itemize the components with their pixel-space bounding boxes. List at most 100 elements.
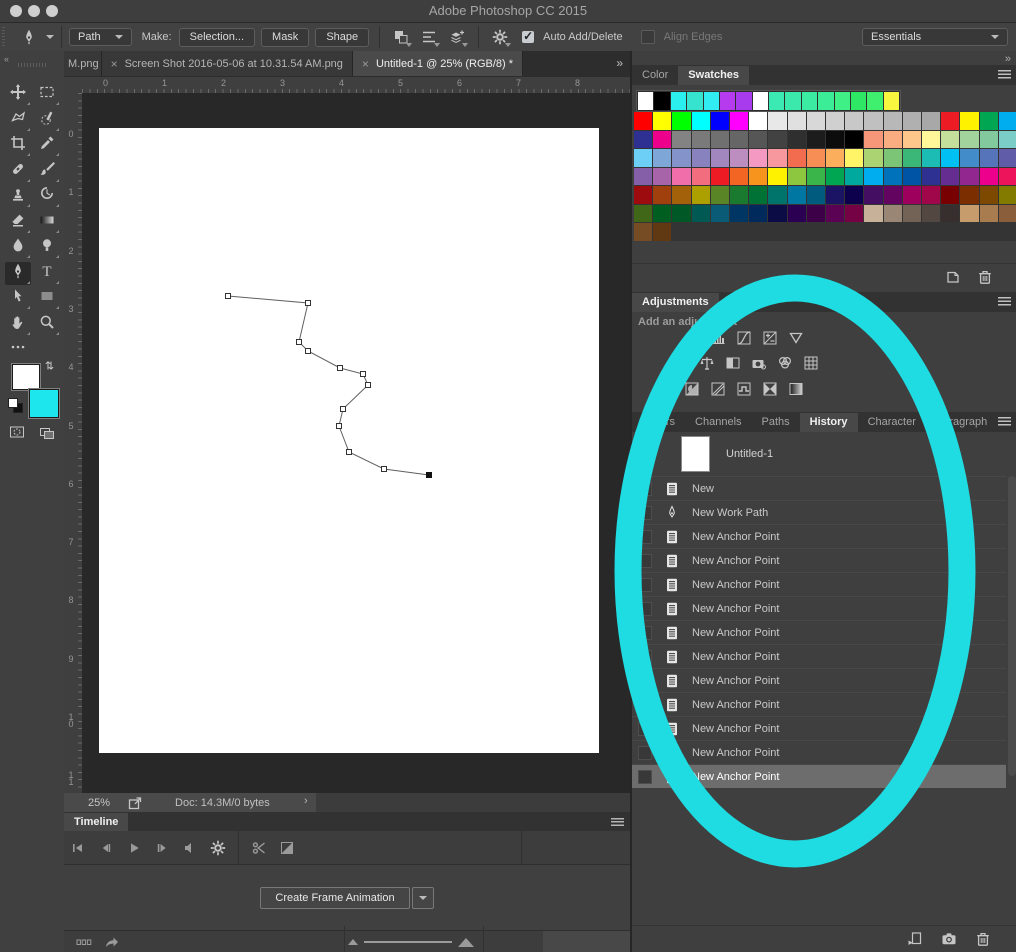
pen-tool[interactable] [5,262,31,285]
swatch[interactable] [711,112,729,130]
new-snapshot-icon[interactable] [940,931,958,948]
history-entry[interactable]: New [632,476,1006,500]
recent-swatch[interactable] [769,92,784,110]
path-arrangement-button[interactable] [446,26,468,48]
document-tab-3[interactable]: ×Untitled-1 @ 25% (RGB/8) * [353,51,523,76]
swatch[interactable] [941,149,959,167]
swatch[interactable] [980,186,998,204]
close-tab-icon[interactable]: × [362,57,369,71]
hue-saturation-adjustment-button[interactable] [672,354,690,371]
swatch[interactable] [980,149,998,167]
convert-frames-icon[interactable] [72,932,96,952]
panel-grip[interactable] [2,27,5,47]
timeline-zoom-slider[interactable] [364,941,452,943]
history-source-well[interactable] [638,650,652,664]
swatch[interactable] [730,186,748,204]
swatch[interactable] [884,112,902,130]
threshold-adjustment-button[interactable] [735,380,753,397]
swatch[interactable] [807,149,825,167]
snapshot-thumbnail[interactable] [681,436,710,472]
history-entry[interactable]: New Anchor Point [632,644,1006,668]
history-source-well[interactable] [638,602,652,616]
swatch[interactable] [903,168,921,186]
swatch[interactable] [711,205,729,223]
tab-history[interactable]: History [800,413,858,432]
swatch[interactable] [653,112,671,130]
swatch[interactable] [941,131,959,149]
tab-timeline[interactable]: Timeline [64,813,128,832]
swatch[interactable] [864,168,882,186]
vibrance-adjustment-button[interactable] [787,329,805,346]
document-tab-2[interactable]: ×Screen Shot 2016-05-06 at 10.31.54 AM.p… [102,51,353,76]
swatch[interactable] [903,149,921,167]
swatch[interactable] [634,131,652,149]
swatch[interactable] [826,149,844,167]
swatch[interactable] [826,112,844,130]
zoom-tool[interactable] [34,313,60,336]
swatch[interactable] [711,186,729,204]
swatch[interactable] [730,168,748,186]
swatch[interactable] [692,205,710,223]
swatch[interactable] [768,149,786,167]
horizontal-ruler[interactable]: 012345678 [64,77,630,94]
recent-swatch[interactable] [704,92,719,110]
swatch[interactable] [941,186,959,204]
swatch[interactable] [672,168,690,186]
swatch[interactable] [941,168,959,186]
swatch[interactable] [653,186,671,204]
timeline-menu-icon[interactable] [611,818,624,826]
recent-swatch[interactable] [687,92,702,110]
recent-swatch[interactable] [671,92,686,110]
tab-adjustments[interactable]: Adjustments [632,293,719,312]
recent-swatch[interactable] [638,92,653,110]
swatch[interactable] [980,168,998,186]
swatch[interactable] [960,112,978,130]
swatch[interactable] [749,112,767,130]
swatch[interactable] [730,205,748,223]
flow-arrow-icon[interactable] [100,932,124,952]
share-icon[interactable] [124,792,146,814]
swatch[interactable] [922,112,940,130]
swatch[interactable] [826,168,844,186]
swatch[interactable] [788,149,806,167]
lasso-tool[interactable] [5,109,31,132]
path-selection-tool[interactable] [5,287,31,310]
curves-adjustment-button[interactable] [735,329,753,346]
screen-mode-button[interactable] [36,423,58,441]
swatch[interactable] [864,149,882,167]
brush-tool[interactable] [34,160,60,183]
crop-tool[interactable] [5,134,31,157]
invert-adjustment-button[interactable] [683,380,701,397]
swatch[interactable] [903,205,921,223]
history-snapshot-row[interactable]: Untitled-1 [632,434,1016,474]
create-animation-dropdown[interactable] [412,887,434,909]
quick-mask-button[interactable] [6,423,28,441]
swatch[interactable] [845,131,863,149]
default-colors-icon[interactable] [8,398,22,412]
swatch[interactable] [692,186,710,204]
swatch[interactable] [826,205,844,223]
vertical-ruler[interactable]: 01234567891 01 1 [64,93,83,793]
recent-swatch[interactable] [835,92,850,110]
prev-frame-button[interactable] [94,838,118,858]
recent-swatch[interactable] [851,92,866,110]
gradient-tool[interactable] [34,211,60,234]
swatch[interactable] [692,149,710,167]
history-source-well[interactable] [638,554,652,568]
swatch[interactable] [749,131,767,149]
swatch[interactable] [884,205,902,223]
swatch[interactable] [903,186,921,204]
swatch[interactable] [788,186,806,204]
swatch[interactable] [999,205,1016,223]
gradient-map-adjustment-button[interactable] [761,380,779,397]
swatch[interactable] [768,205,786,223]
path-operations-button[interactable] [390,26,412,48]
history-source-well[interactable] [638,674,652,688]
swatch[interactable] [845,112,863,130]
zoom-level-field[interactable]: 25% [88,797,110,809]
swatch[interactable] [749,149,767,167]
swatch[interactable] [749,205,767,223]
swatch[interactable] [692,168,710,186]
swatch[interactable] [922,131,940,149]
swatch[interactable] [826,186,844,204]
